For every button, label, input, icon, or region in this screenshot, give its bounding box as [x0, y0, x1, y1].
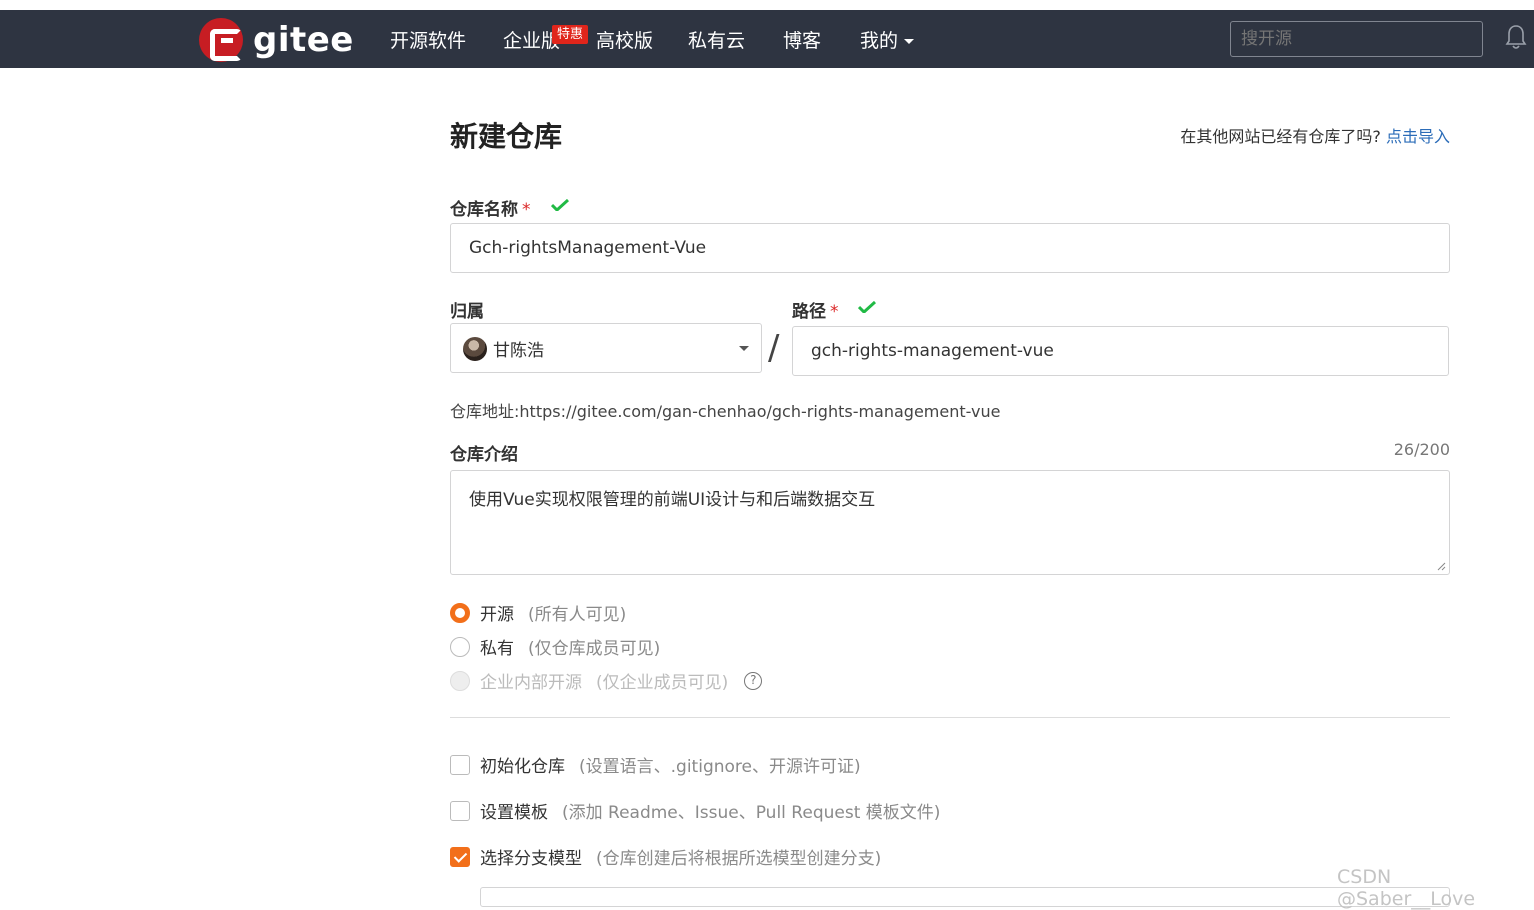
- option-label: 设置模板: [480, 803, 548, 823]
- option-hint: (设置语言、.gitignore、开源许可证): [579, 757, 861, 777]
- intro-text: 使用Vue实现权限管理的前端UI设计与和后端数据交互: [469, 490, 876, 510]
- option-label: 选择分支模型: [480, 849, 582, 869]
- path-separator: /: [768, 328, 780, 368]
- chevron-down-icon: [904, 39, 915, 44]
- chevron-down-icon: [739, 346, 749, 351]
- watermark: CSDN @Saber__Love: [1337, 866, 1476, 910]
- visibility-private[interactable]: 私有 (仅仓库成员可见): [450, 634, 660, 659]
- repo-url-label: 仓库地址:: [450, 402, 520, 421]
- nav-item-blog[interactable]: 博客: [783, 26, 821, 53]
- required-mark: *: [830, 302, 839, 322]
- valid-check-icon: [551, 199, 569, 211]
- repo-name-label: 仓库名称 *: [450, 195, 531, 220]
- option-hint: (添加 Readme、Issue、Pull Request 模板文件): [562, 803, 941, 823]
- intro-label: 仓库介绍: [450, 445, 518, 465]
- radio-private[interactable]: [450, 636, 470, 657]
- bell-icon[interactable]: [1505, 24, 1527, 50]
- visibility-label: 私有: [480, 639, 514, 659]
- owner-name: 甘陈浩: [493, 341, 544, 361]
- page-title: 新建仓库: [450, 120, 563, 153]
- section-divider: [450, 717, 1450, 718]
- path-label: 路径 *: [792, 297, 839, 322]
- avatar: [463, 337, 487, 361]
- visibility-open-source[interactable]: 开源 (所有人可见): [450, 600, 626, 625]
- repo-name-input[interactable]: Gch-rightsManagement-Vue: [450, 223, 1450, 273]
- path-label-text: 路径: [792, 302, 826, 322]
- valid-check-icon: [858, 301, 876, 313]
- radio-enterprise-internal: [450, 670, 470, 691]
- path-input[interactable]: gch-rights-management-vue: [792, 326, 1449, 376]
- option-label: 初始化仓库: [480, 757, 565, 777]
- logo-text: gitee: [253, 20, 354, 60]
- required-mark: *: [522, 200, 531, 220]
- option-hint: (仓库创建后将根据所选模型创建分支): [596, 849, 882, 869]
- gitee-logo[interactable]: gitee: [199, 18, 354, 62]
- visibility-label: 开源: [480, 605, 514, 625]
- owner-label: 归属: [450, 302, 484, 322]
- visibility-hint: (仅企业成员可见): [596, 673, 729, 693]
- checkbox-branch-model[interactable]: [450, 846, 470, 867]
- radio-open-source[interactable]: [450, 602, 470, 623]
- gitee-logo-icon: [199, 18, 243, 62]
- option-branch-model[interactable]: 选择分支模型 (仓库创建后将根据所选模型创建分支): [450, 844, 881, 869]
- import-prompt-text: 在其他网站已经有仓库了吗?: [1180, 127, 1381, 146]
- top-navbar: gitee 开源软件 企业版 特惠 高校版 私有云 博客 我的: [0, 10, 1534, 68]
- import-prompt: 在其他网站已经有仓库了吗? 点击导入: [1180, 123, 1450, 147]
- visibility-hint: (仅仓库成员可见): [528, 639, 661, 659]
- nav-item-open-source[interactable]: 开源软件: [390, 26, 466, 53]
- top-gap: [0, 0, 1534, 10]
- promo-badge: 特惠: [552, 25, 589, 44]
- nav-item-mine[interactable]: 我的: [860, 26, 915, 53]
- nav-mine-label: 我的: [860, 30, 899, 52]
- branch-model-select[interactable]: [480, 887, 1450, 907]
- repo-name-label-text: 仓库名称: [450, 200, 518, 220]
- option-init-repo[interactable]: 初始化仓库 (设置语言、.gitignore、开源许可证): [450, 752, 861, 777]
- search-input[interactable]: [1230, 21, 1483, 57]
- repo-url: 仓库地址:https://gitee.com/gan-chenhao/gch-r…: [450, 398, 1000, 422]
- import-link[interactable]: 点击导入: [1386, 127, 1450, 146]
- visibility-label: 企业内部开源: [480, 673, 582, 693]
- visibility-enterprise-internal: 企业内部开源 (仅企业成员可见) ?: [450, 668, 763, 693]
- resize-handle-icon[interactable]: [1436, 561, 1446, 571]
- checkbox-template[interactable]: [450, 800, 470, 821]
- repo-url-value: https://gitee.com/gan-chenhao/gch-rights…: [519, 402, 1001, 421]
- checkbox-init-repo[interactable]: [450, 754, 470, 775]
- intro-char-counter: 26/200: [1393, 440, 1450, 459]
- nav-item-education[interactable]: 高校版: [596, 26, 653, 53]
- help-icon[interactable]: ?: [744, 671, 763, 690]
- intro-textarea[interactable]: 使用Vue实现权限管理的前端UI设计与和后端数据交互: [450, 470, 1450, 575]
- visibility-hint: (所有人可见): [528, 605, 627, 625]
- owner-select[interactable]: 甘陈浩: [450, 323, 762, 373]
- nav-item-private-cloud[interactable]: 私有云: [688, 26, 745, 53]
- option-template[interactable]: 设置模板 (添加 Readme、Issue、Pull Request 模板文件): [450, 798, 940, 823]
